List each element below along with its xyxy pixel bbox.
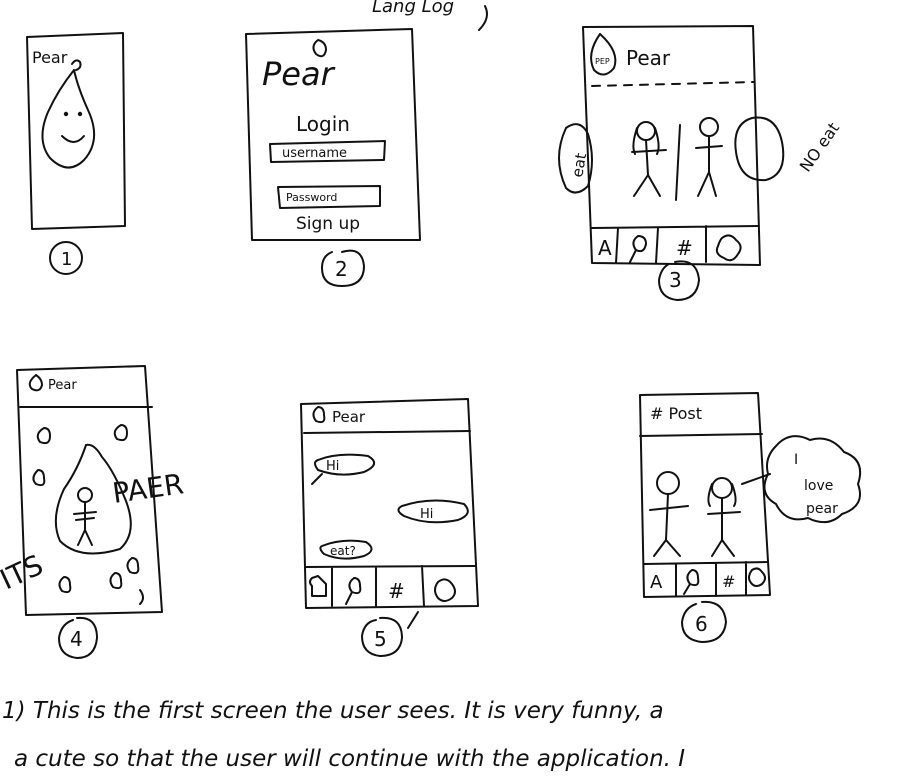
frame-1-brand: Pear xyxy=(32,48,68,67)
frame-4-pair: Pear PAER ITS 4 xyxy=(0,365,186,659)
storyboard-sketch: Lang Log Pear 1 Pear Login username Pass… xyxy=(0,0,862,772)
frame-3-match: PEP Pear eat NO eat A # 3 xyxy=(558,25,843,301)
frame-2-brand: Pear xyxy=(262,55,336,93)
seed-bottom-right xyxy=(126,557,144,605)
seed-top-right xyxy=(113,424,128,442)
person-head xyxy=(77,487,93,503)
frame-3-number: 3 xyxy=(669,268,682,292)
smiley-mouth xyxy=(61,135,85,143)
frame-3-pear-label: PEP xyxy=(595,57,610,66)
caption-line-1: 1) This is the first screen the user see… xyxy=(2,698,664,724)
pear-stem-icon xyxy=(71,59,82,71)
pair-label: PAER xyxy=(110,467,185,510)
username-label: username xyxy=(282,146,347,161)
pear-outline-icon xyxy=(41,69,95,169)
caption-line-2: a cute so that the user will continue wi… xyxy=(14,746,685,772)
frame-1-number: 1 xyxy=(61,249,72,270)
frame-2-login: Pear Login username Password Sign up 2 xyxy=(245,28,421,287)
frame-5-chat: Pear Hi Hi eat? # 5 xyxy=(300,398,479,657)
top-note-stroke xyxy=(478,5,488,31)
header-divider xyxy=(591,81,755,87)
person-body xyxy=(73,501,97,546)
top-note: Lang Log xyxy=(372,0,454,17)
smiley-eye-left xyxy=(63,111,69,117)
smiley-eye-right xyxy=(77,111,83,117)
nav-pin-icon xyxy=(345,577,362,605)
eat-label: eat xyxy=(568,152,590,179)
person-boy xyxy=(649,471,689,557)
frame-1-splash: Pear 1 xyxy=(26,32,126,275)
frame-5-number: 5 xyxy=(374,627,387,651)
nav-a-icon: A xyxy=(598,236,612,260)
frame-4-number: 4 xyxy=(70,627,83,651)
no-eat-bubble xyxy=(734,116,785,182)
no-eat-label: NO eat xyxy=(796,119,843,175)
seed-top-left xyxy=(36,427,51,445)
nav-gear-icon xyxy=(748,567,766,587)
bubble-line-3: pear xyxy=(806,501,838,517)
pear-logo-small-icon xyxy=(28,374,43,392)
frame-6-post: # Post I love pear A # 6 xyxy=(639,392,862,643)
nav-hash-icon: # xyxy=(722,572,735,591)
nav-bar xyxy=(591,225,759,264)
bubble-line-2: love xyxy=(804,478,833,494)
header-line xyxy=(303,430,471,434)
pear-small-icon xyxy=(312,39,327,58)
nav-gear-icon xyxy=(715,234,742,262)
person-girl xyxy=(707,477,741,557)
password-label: Password xyxy=(286,191,337,204)
seed-bottom-left xyxy=(58,576,72,594)
nav-home-icon xyxy=(309,575,327,597)
bubble-line-1: I xyxy=(794,452,798,468)
login-heading: Login xyxy=(296,112,350,136)
its-label: ITS xyxy=(0,548,48,596)
seed-left xyxy=(32,469,46,487)
divider-line xyxy=(675,124,681,201)
msg-3: eat? xyxy=(330,544,356,558)
frame-3-brand: Pear xyxy=(626,46,671,70)
header-line xyxy=(639,433,763,437)
person-girl xyxy=(631,121,667,197)
nav-a-icon: A xyxy=(650,572,663,593)
nav-pin-icon xyxy=(683,569,700,595)
nav-hash-icon: # xyxy=(388,579,405,603)
msg-2: Hi xyxy=(420,507,433,522)
signup-link: Sign up xyxy=(296,214,360,234)
pear-logo-tiny-icon xyxy=(312,406,326,424)
frame-2-number: 2 xyxy=(335,257,348,281)
nav-pin-icon xyxy=(629,235,647,263)
person-boy xyxy=(695,117,723,197)
pointer-line xyxy=(407,611,419,629)
frame-6-number: 6 xyxy=(695,612,708,636)
frame-6-title: # Post xyxy=(650,404,702,423)
msg-1: Hi xyxy=(326,459,339,474)
msg-bubble-1 xyxy=(311,453,375,485)
nav-hash-icon: # xyxy=(676,236,693,260)
pear-logo-icon xyxy=(590,33,617,76)
frame-4-brand: Pear xyxy=(48,378,77,393)
nav-gear-icon xyxy=(434,578,456,602)
frame-6-border xyxy=(639,392,771,598)
seed-bottom-mid xyxy=(109,572,123,590)
frame-5-brand: Pear xyxy=(332,408,366,426)
